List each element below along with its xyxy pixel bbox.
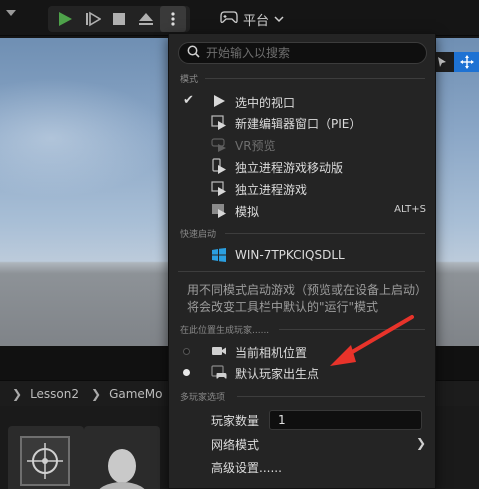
breadcrumb-item[interactable]: Lesson2	[30, 387, 79, 401]
section-label-spawn: 在此位置生成玩家......	[180, 326, 270, 336]
mode-label: 独立进程游戏移动版	[235, 161, 344, 175]
divider	[205, 78, 425, 79]
divider	[237, 396, 425, 397]
spawn-default-player-start[interactable]: 默认玩家出生点	[169, 361, 435, 383]
mode-label: 新建编辑器窗口（PIE）	[235, 117, 362, 131]
mannequin-head-icon	[99, 449, 145, 489]
section-label-multiplayer: 多玩家选项	[180, 393, 226, 403]
breadcrumb-item[interactable]: GameMo	[109, 387, 162, 401]
advanced-settings-label: 高级设置......	[211, 461, 282, 475]
mobile-play-icon	[211, 158, 227, 174]
player-count-label: 玩家数量	[211, 414, 260, 428]
mode-selected-viewport[interactable]: ✔ 选中的视口	[169, 90, 435, 112]
mode-label: VR预览	[235, 139, 276, 153]
asset-tile[interactable]	[84, 426, 160, 489]
player-count-input[interactable]: 1	[269, 410, 422, 430]
spawn-camera-location[interactable]: 当前相机位置	[169, 340, 435, 362]
search-field[interactable]	[178, 42, 427, 64]
target-icon	[20, 436, 70, 486]
stop-icon[interactable]	[106, 6, 132, 32]
windows-icon	[211, 247, 227, 263]
options-icon[interactable]	[160, 6, 186, 32]
spawn-label: 当前相机位置	[235, 346, 308, 360]
mode-description: 用不同模式启动游戏（预览或在设备上启动）将会改变工具栏中默认的"运行"模式	[187, 283, 428, 314]
play-controls-group	[48, 6, 190, 32]
radio-unselected[interactable]	[183, 348, 190, 355]
viewport-transform-tools	[429, 52, 479, 72]
chevron-down-icon	[274, 12, 284, 27]
mode-label: 独立进程游戏	[235, 183, 308, 197]
gamepad-icon	[211, 364, 227, 380]
radio-selected[interactable]	[183, 369, 190, 376]
spawn-label: 默认玩家出生点	[235, 367, 320, 381]
platform-dropdown[interactable]: 平台	[220, 6, 284, 32]
gamepad-icon	[220, 10, 238, 28]
mode-simulate[interactable]: 模拟 ALT+S	[169, 199, 435, 221]
vr-play-icon	[211, 136, 227, 152]
chevron-right-icon: ❯	[415, 436, 426, 450]
chevron-right-icon: ❯	[12, 386, 23, 401]
asset-tile[interactable]	[8, 426, 84, 489]
advanced-settings-item[interactable]: 高级设置......	[169, 455, 435, 477]
play-triangle-icon	[211, 93, 227, 109]
section-label-quick-launch: 快速启动	[180, 230, 217, 240]
mode-new-editor-window[interactable]: 新建编辑器窗口（PIE）	[169, 111, 435, 133]
play-icon[interactable]	[52, 6, 78, 32]
simulate-icon	[211, 202, 227, 218]
main-toolbar: 平台	[0, 0, 479, 36]
check-icon: ✔	[183, 93, 194, 108]
eject-icon[interactable]	[133, 6, 159, 32]
sky-cloud	[0, 78, 170, 198]
play-options-menu: 模式 ✔ 选中的视口 新建编辑器窗口（PIE） VR预览 独立进程游戏移动版 独…	[168, 33, 436, 489]
device-label: WIN-7TPKCIQSDLL	[235, 248, 345, 262]
mode-label: 选中的视口	[235, 96, 296, 110]
chevron-down-icon[interactable]	[6, 10, 16, 16]
shortcut-label: ALT+S	[394, 204, 426, 215]
move-icon[interactable]	[454, 52, 479, 72]
net-mode-submenu[interactable]: 网络模式 ❯	[169, 432, 435, 454]
section-label-modes: 模式	[180, 75, 199, 85]
mode-standalone-mobile[interactable]: 独立进程游戏移动版	[169, 155, 435, 177]
divider	[225, 233, 425, 234]
search-input[interactable]	[206, 46, 416, 60]
chevron-right-icon: ❯	[91, 386, 102, 401]
mode-label: 模拟	[235, 205, 260, 219]
net-mode-label: 网络模式	[211, 438, 260, 452]
divider	[279, 329, 425, 330]
mode-standalone-game[interactable]: 独立进程游戏	[169, 177, 435, 199]
skip-icon[interactable]	[80, 6, 106, 32]
standalone-play-icon	[211, 180, 227, 196]
divider	[178, 271, 425, 272]
player-count-value: 1	[278, 413, 286, 427]
search-icon	[187, 45, 200, 61]
quick-launch-device[interactable]: WIN-7TPKCIQSDLL	[169, 244, 435, 266]
mode-vr-preview[interactable]: VR预览	[169, 133, 435, 155]
platform-label: 平台	[243, 13, 270, 29]
new-window-play-icon	[211, 114, 227, 130]
camera-icon	[211, 343, 227, 359]
